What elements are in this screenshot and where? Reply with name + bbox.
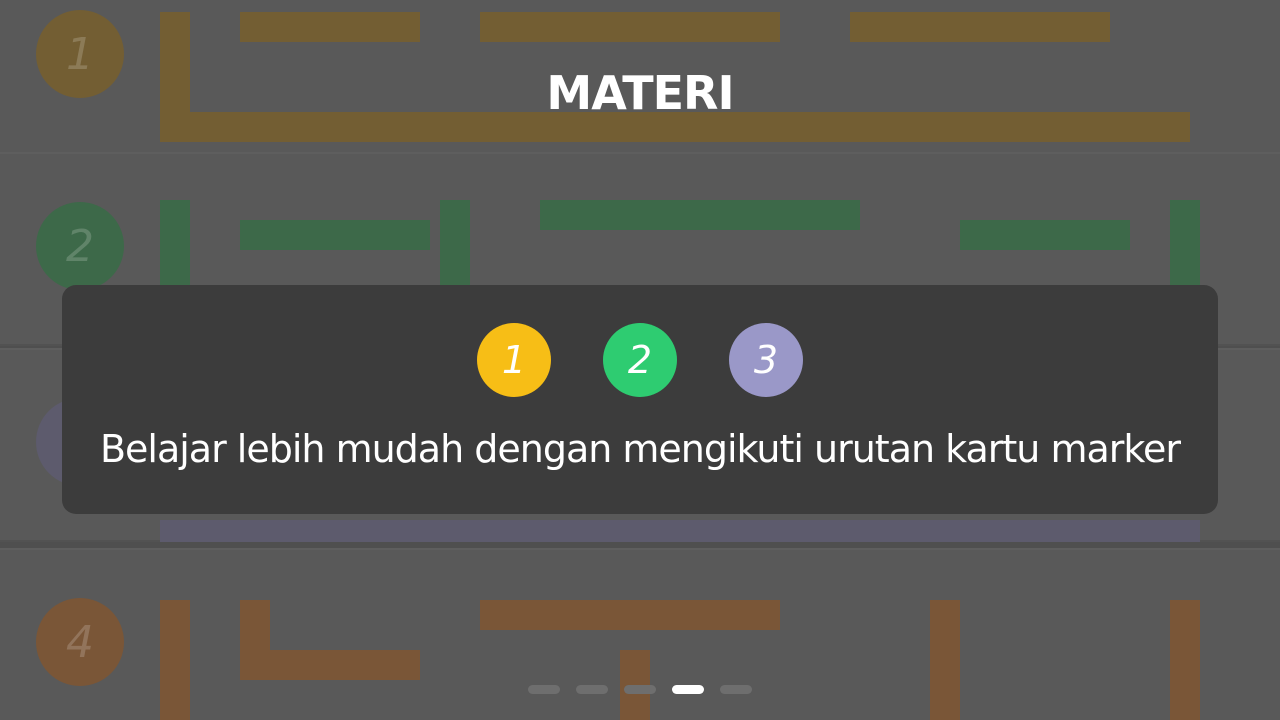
background-card-pattern xyxy=(160,520,1200,542)
background-card-pattern xyxy=(930,600,960,720)
background-card-pattern xyxy=(160,600,190,720)
page-dot-2[interactable] xyxy=(576,685,608,694)
background-card-4: 4 xyxy=(0,548,1280,720)
page-dot-1[interactable] xyxy=(528,685,560,694)
background-card-pattern xyxy=(240,650,420,680)
background-card-pattern xyxy=(480,12,780,42)
step-circle-2: 2 xyxy=(603,323,677,397)
background-card-pattern xyxy=(240,220,430,250)
background-card-pattern xyxy=(480,600,780,630)
panel-message: Belajar lebih mudah dengan mengikuti uru… xyxy=(99,427,1181,471)
page-dot-4[interactable] xyxy=(672,685,704,694)
background-card-pattern xyxy=(1170,600,1200,720)
step-indicators: 1 2 3 xyxy=(62,323,1218,397)
page-title: MATERI xyxy=(546,66,734,120)
page-indicator xyxy=(528,685,752,694)
tutorial-screen: 1 2 3 4 xyxy=(0,0,1280,720)
background-card-number: 4 xyxy=(36,598,124,686)
background-card-pattern xyxy=(960,220,1130,250)
info-panel: 1 2 3 Belajar lebih mudah dengan mengiku… xyxy=(62,285,1218,514)
step-circle-3: 3 xyxy=(729,323,803,397)
background-card-pattern xyxy=(850,12,1110,42)
background-card-number: 2 xyxy=(36,202,124,290)
page-dot-3[interactable] xyxy=(624,685,656,694)
background-card-pattern xyxy=(540,200,860,230)
step-circle-1: 1 xyxy=(477,323,551,397)
background-card-pattern xyxy=(240,12,420,42)
page-dot-5[interactable] xyxy=(720,685,752,694)
